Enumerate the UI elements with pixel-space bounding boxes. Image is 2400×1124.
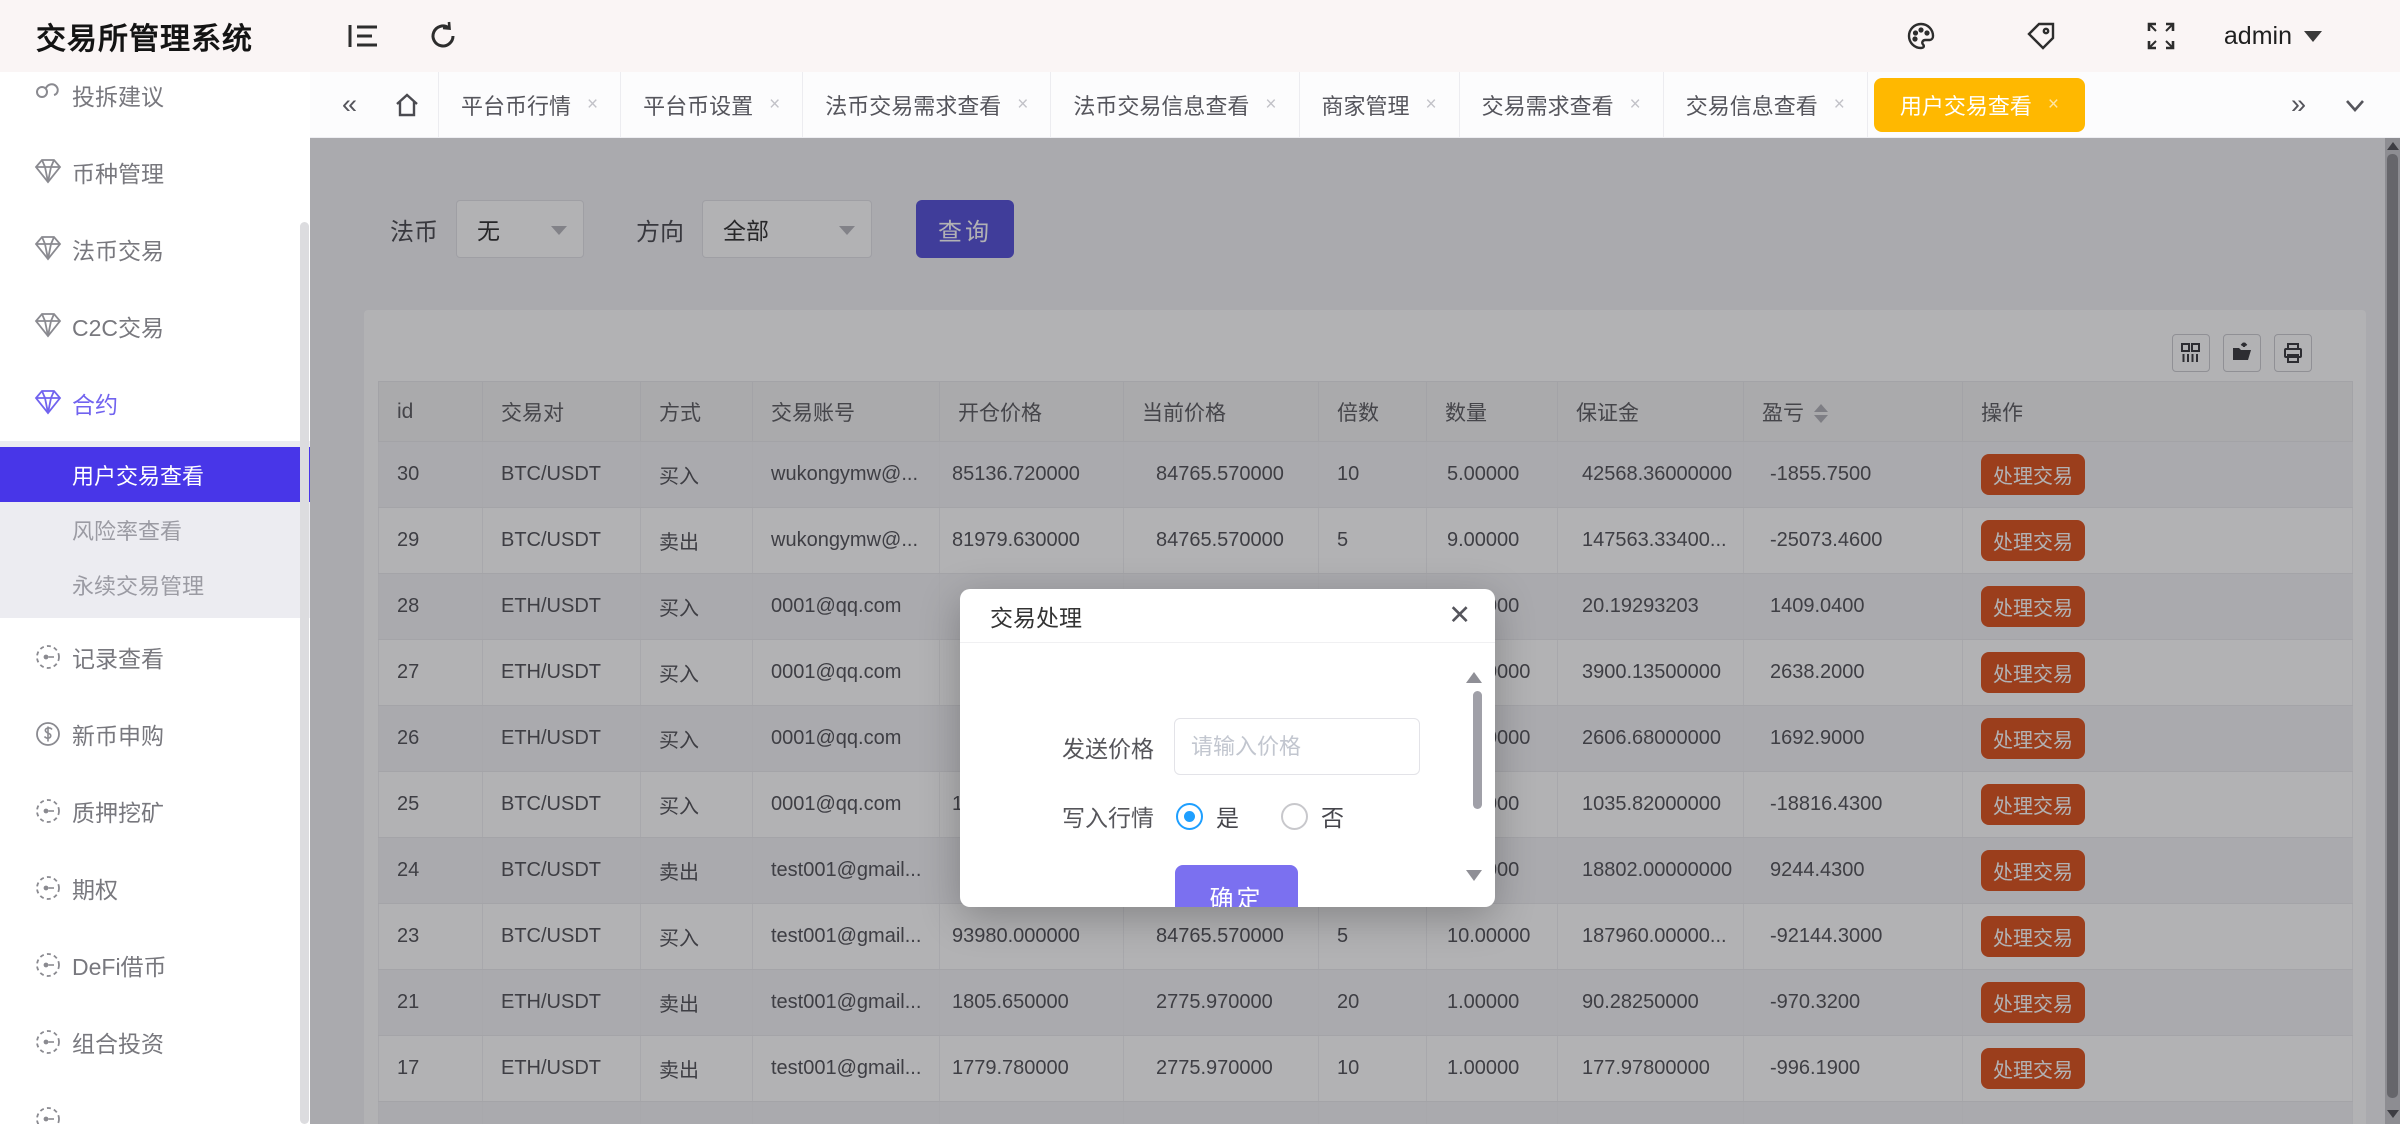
modal-scroll-down-icon[interactable] xyxy=(1466,881,1482,899)
link-icon xyxy=(34,81,62,109)
sidebar-item-合约[interactable]: 合约 xyxy=(0,364,310,441)
sidebar-subitem-用户交易查看[interactable]: 用户交易查看 xyxy=(0,447,310,502)
sidebar-item-label: 法币交易 xyxy=(72,232,164,266)
tab-close-icon[interactable]: × xyxy=(1426,94,1437,116)
contract-submenu: 用户交易查看风险率查看永续交易管理 xyxy=(0,441,310,618)
tab-close-icon[interactable]: × xyxy=(1265,94,1276,116)
sidebar-item-DeFi借币[interactable]: DeFi借币 xyxy=(0,926,310,1003)
tabs-scroll-right-icon[interactable]: » xyxy=(2273,89,2324,120)
tab-label: 交易信息查看 xyxy=(1686,89,1818,121)
send-price-input[interactable] xyxy=(1174,718,1420,775)
sidebar-scrollbar[interactable] xyxy=(300,222,309,1124)
tab-close-icon[interactable]: × xyxy=(1017,94,1028,116)
tabs-scroll-left-icon[interactable]: « xyxy=(324,72,375,137)
confirm-button[interactable]: 确定 xyxy=(1175,865,1298,907)
tab-close-icon[interactable]: × xyxy=(769,94,780,116)
sidebar-item-label: 合约 xyxy=(72,386,118,420)
write-quote-label: 写入行情 xyxy=(960,799,1154,833)
dashed-circle-icon xyxy=(34,797,62,825)
sidebar-subitem-永续交易管理[interactable]: 永续交易管理 xyxy=(0,557,310,612)
tabs-menu-icon[interactable] xyxy=(2324,92,2386,118)
sidebar-subitem-label: 永续交易管理 xyxy=(72,569,204,601)
dashed-circle-icon xyxy=(34,1105,62,1124)
username: admin xyxy=(2224,22,2292,51)
gem-icon xyxy=(34,158,62,186)
tab-用户交易查看[interactable]: 用户交易查看 × xyxy=(1874,78,2085,132)
dollar-circle-icon xyxy=(34,720,62,748)
tab-label: 法币交易需求查看 xyxy=(825,89,1001,121)
sidebar-item-label: C2C交易 xyxy=(72,309,164,343)
tab-平台币设置[interactable]: 平台币设置 × xyxy=(621,72,803,137)
sidebar-item-label: 新币申购 xyxy=(72,717,164,751)
sidebar-item-期权[interactable]: 期权 xyxy=(0,849,310,926)
dashed-circle-icon xyxy=(34,874,62,902)
radio-yes[interactable] xyxy=(1176,803,1203,830)
sidebar-item-label: 组合投资 xyxy=(72,1025,164,1059)
sidebar-item-C2C交易[interactable]: C2C交易 xyxy=(0,287,310,364)
tab-label: 平台币行情 xyxy=(461,89,571,121)
chevron-down-icon xyxy=(2304,31,2322,42)
modal-scrollbar-thumb[interactable] xyxy=(1473,691,1482,809)
gem-icon xyxy=(34,312,62,340)
tab-bar: « 平台币行情×平台币设置×法币交易需求查看×法币交易信息查看×商家管理×交易需… xyxy=(310,72,2400,138)
tab-close-icon[interactable]: × xyxy=(2048,94,2059,116)
sidebar-item-法币交易[interactable]: 法币交易 xyxy=(0,210,310,287)
sidebar-item-label: 记录查看 xyxy=(72,640,164,674)
gem-icon xyxy=(34,235,62,263)
dialog-title: 交易处理 xyxy=(960,599,1082,633)
top-bar: 交易所管理系统 xyxy=(0,0,2400,72)
trade-process-dialog: 交易处理 ✕ 发送价格 写入行情 是 否 确定 xyxy=(960,589,1495,907)
fullscreen-icon[interactable] xyxy=(2138,13,2184,59)
tab-label: 商家管理 xyxy=(1322,89,1410,121)
page-content: 法币 无 方向 全部 查询 xyxy=(310,138,2400,1124)
tab-label: 平台币设置 xyxy=(643,89,753,121)
sidebar-item-label: 币种管理 xyxy=(72,155,164,189)
tab-法币交易信息查看[interactable]: 法币交易信息查看 × xyxy=(1051,72,1299,137)
home-tab-icon[interactable] xyxy=(375,72,439,137)
tab-label: 用户交易查看 xyxy=(1900,89,2032,121)
tab-法币交易需求查看[interactable]: 法币交易需求查看 × xyxy=(803,72,1051,137)
sidebar-item-新币申购[interactable]: 新币申购 xyxy=(0,695,310,772)
radio-no[interactable] xyxy=(1281,803,1308,830)
tag-icon[interactable] xyxy=(2018,13,2064,59)
tab-close-icon[interactable]: × xyxy=(1630,94,1641,116)
sidebar-item-投拆建议[interactable]: 投拆建议 xyxy=(0,72,310,133)
app-title: 交易所管理系统 xyxy=(0,14,310,58)
gem-icon xyxy=(34,389,62,417)
dashed-circle-icon xyxy=(34,643,62,671)
sidebar-item-label: 期权 xyxy=(72,871,118,905)
dashed-circle-icon xyxy=(34,951,62,979)
close-icon[interactable]: ✕ xyxy=(1448,602,1471,629)
modal-scroll-up-icon[interactable] xyxy=(1466,655,1482,673)
tab-平台币行情[interactable]: 平台币行情 × xyxy=(439,72,621,137)
tab-交易需求查看[interactable]: 交易需求查看 × xyxy=(1460,72,1664,137)
user-menu[interactable]: admin xyxy=(2224,22,2322,51)
sidebar-item-label: 投拆建议 xyxy=(72,78,164,112)
theme-palette-icon[interactable] xyxy=(1898,13,1944,59)
tab-商家管理[interactable]: 商家管理 × xyxy=(1300,72,1460,137)
tab-label: 交易需求查看 xyxy=(1482,89,1614,121)
sidebar-item-记录查看[interactable]: 记录查看 xyxy=(0,618,310,695)
sidebar-item-组合投资[interactable]: 组合投资 xyxy=(0,1003,310,1080)
sidebar-subitem-风险率查看[interactable]: 风险率查看 xyxy=(0,502,310,557)
sidebar-item-币种管理[interactable]: 币种管理 xyxy=(0,133,310,210)
sidebar: 投拆建议币种管理法币交易 C2C交易合约用户交易查看风险率查看永续交易管理记录查看… xyxy=(0,72,310,1124)
sidebar-subitem-label: 风险率查看 xyxy=(72,514,182,546)
collapse-sidebar-icon[interactable] xyxy=(340,13,386,59)
tab-close-icon[interactable]: × xyxy=(587,94,598,116)
dashed-circle-icon xyxy=(34,1028,62,1056)
tab-label: 法币交易信息查看 xyxy=(1073,89,1249,121)
sidebar-item-partial[interactable] xyxy=(0,1080,310,1124)
sidebar-item-质押挖矿[interactable]: 质押挖矿 xyxy=(0,772,310,849)
sidebar-subitem-label: 用户交易查看 xyxy=(72,459,204,491)
tab-close-icon[interactable]: × xyxy=(1834,94,1845,116)
sidebar-item-label: 质押挖矿 xyxy=(72,794,164,828)
radio-yes-label: 是 xyxy=(1216,799,1239,833)
send-price-label: 发送价格 xyxy=(960,730,1154,764)
radio-no-label: 否 xyxy=(1321,799,1344,833)
tab-交易信息查看[interactable]: 交易信息查看 × xyxy=(1664,72,1868,137)
sidebar-item-label: DeFi借币 xyxy=(72,948,167,982)
refresh-icon[interactable] xyxy=(420,13,466,59)
